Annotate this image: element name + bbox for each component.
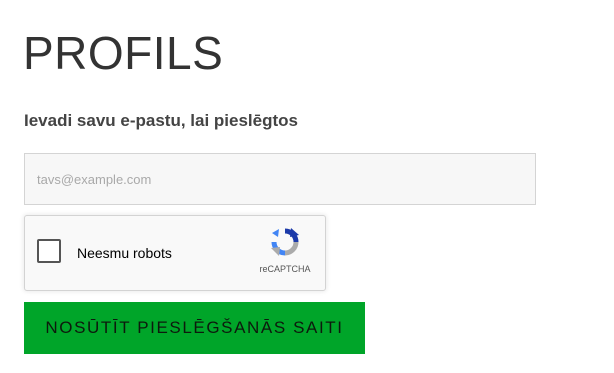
- recaptcha-brand-label: reCAPTCHA: [259, 264, 311, 274]
- recaptcha-checkbox-label: Neesmu robots: [77, 245, 172, 261]
- login-instruction: Ievadi savu e-pastu, lai pieslēgtos: [24, 111, 298, 130]
- send-login-link-button[interactable]: NOSŪTĪT PIESLĒGŠANĀS SAITI: [24, 302, 365, 354]
- recaptcha-checkbox[interactable]: [37, 239, 61, 263]
- recaptcha-logo-icon: [271, 228, 299, 256]
- email-input[interactable]: [24, 153, 536, 205]
- recaptcha-widget: Neesmu robots reCAPTCHA: [24, 215, 326, 291]
- page-title: PROFILS: [23, 27, 224, 79]
